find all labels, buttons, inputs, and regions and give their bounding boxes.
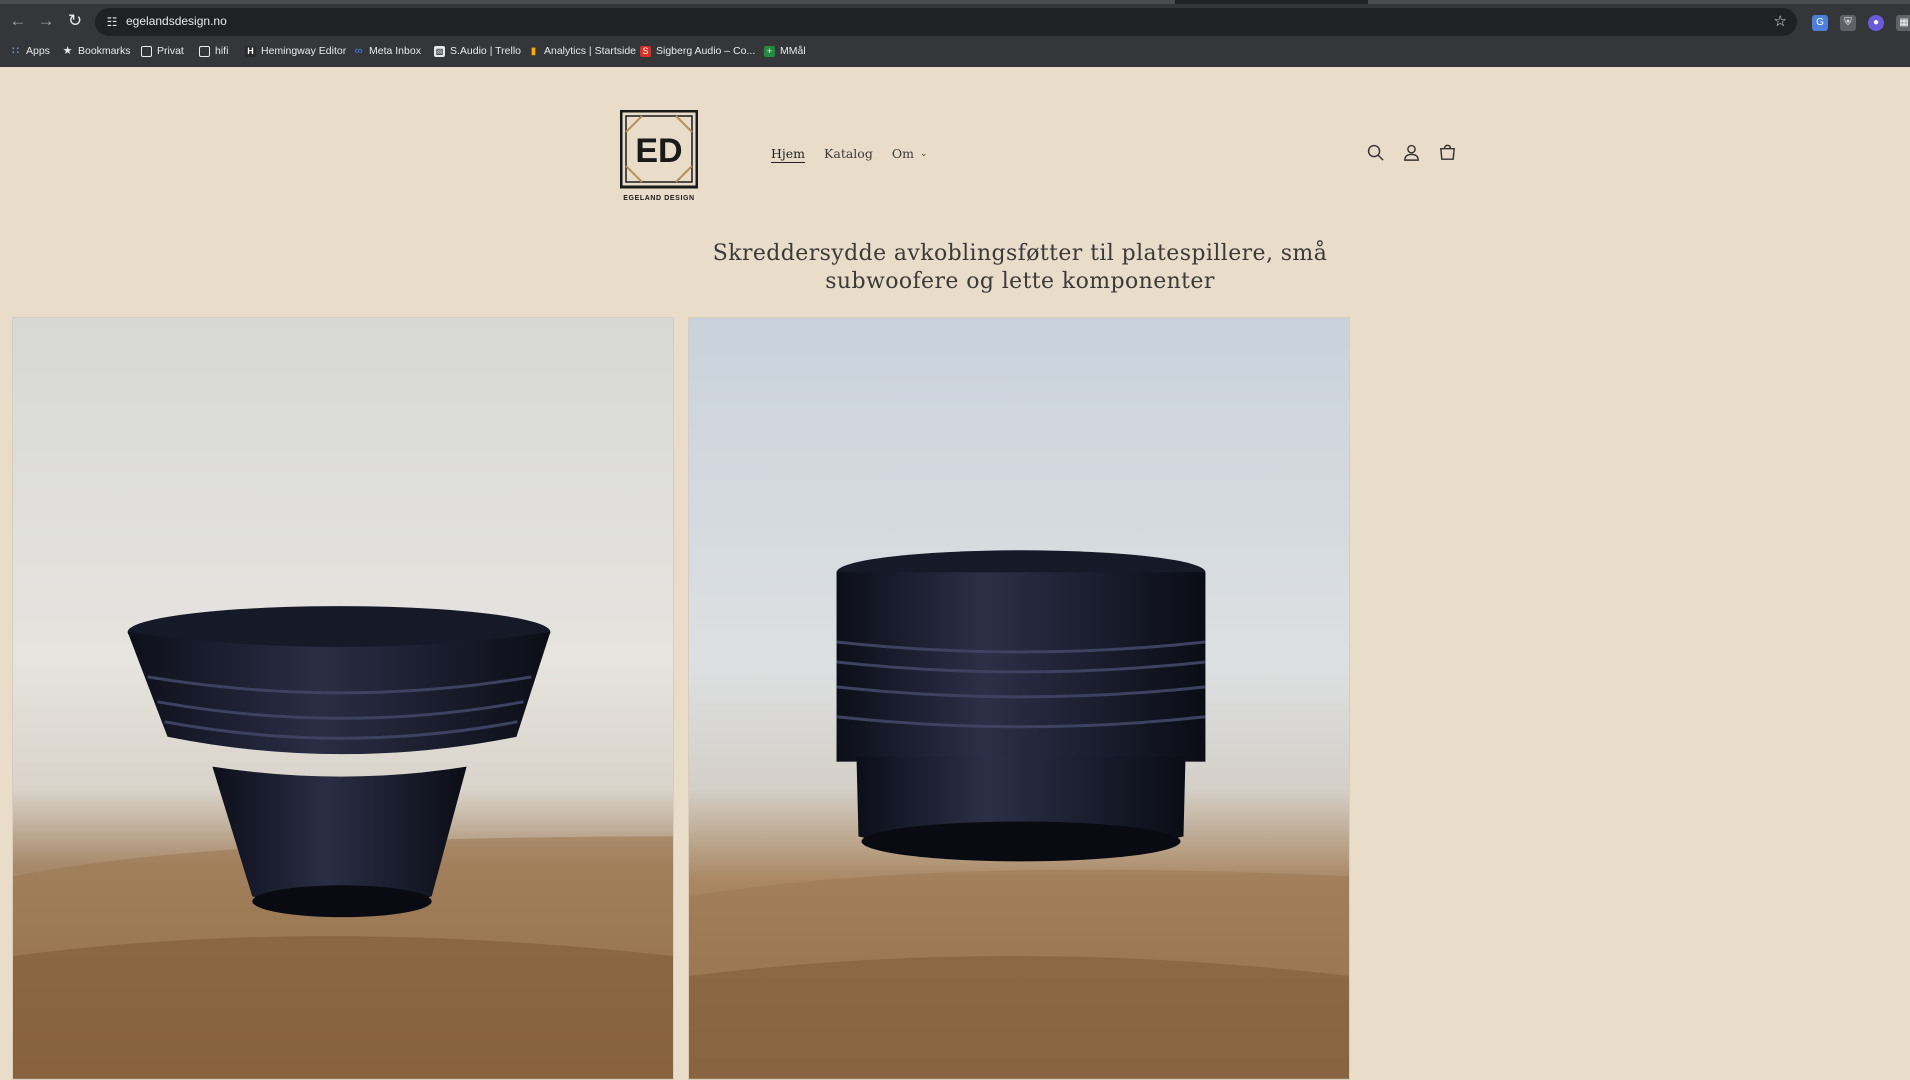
bookmark-hemingway[interactable]: H Hemingway Editor [245,43,346,59]
hemingway-icon: H [245,45,256,57]
page-headline: Skreddersydde avkoblingsføtter til plate… [712,241,1328,294]
bookmark-label: Meta Inbox [369,45,421,57]
site-logo[interactable]: ED EGELAND DESIGN [620,110,698,202]
main-navigation: Hjem Katalog Om ⌄ [771,146,927,161]
folder-icon [199,45,210,57]
bookmark-label: S.Audio | Trello [450,45,522,57]
bookmark-label: Apps [26,45,50,57]
bookmark-label: hifi [215,45,229,57]
browser-toolbar: ← → ↻ ☷ egelandsdesign.no ☆ G ⛨ ● ▦ [0,5,1910,38]
tab-active[interactable] [0,0,1175,4]
back-arrow-icon[interactable]: ← [6,9,30,33]
trello-icon: ▧ [434,45,445,57]
tab-strip [0,0,1910,4]
star-icon: ★ [62,44,73,57]
bookmark-apps[interactable]: ∷ Apps [10,43,50,59]
browser-chrome: ← → ↻ ☷ egelandsdesign.no ☆ G ⛨ ● ▦ ∷ Ap… [0,0,1910,67]
logo-brand-text: EGELAND DESIGN [623,195,694,202]
bookmark-label: Sigberg Audio – Co... [656,45,756,57]
translate-extension-icon[interactable]: G [1812,15,1828,31]
extensions-puzzle-icon[interactable]: ▦ [1896,15,1910,31]
bookmark-mmal[interactable]: + MMål [764,43,806,59]
shield-extension-icon[interactable]: ⛨ [1840,15,1856,31]
bookmark-folder-privat[interactable]: Privat [141,43,184,59]
bookmark-star-icon[interactable]: ☆ [1774,12,1787,32]
apps-grid-icon: ∷ [12,44,19,57]
nav-link-katalog[interactable]: Katalog [824,146,873,161]
product-image-cone-foot[interactable] [12,317,674,1080]
forward-arrow-icon[interactable]: → [34,9,58,33]
tab-inactive[interactable] [1368,0,1910,4]
bookmark-label: Privat [157,45,184,57]
bookmark-trello[interactable]: ▧ S.Audio | Trello [434,43,521,59]
web-page: ED EGELAND DESIGN Hjem Katalog Om ⌄ Skre… [0,67,1910,1080]
search-icon[interactable] [1366,143,1385,162]
bookmark-analytics[interactable]: ▮ Analytics | Startside [528,43,636,59]
extension-icon[interactable]: ● [1868,15,1884,31]
cart-icon[interactable] [1438,143,1457,162]
nav-link-hjem[interactable]: Hjem [771,146,805,161]
bookmark-bookmarks[interactable]: ★ Bookmarks [62,43,131,59]
bookmark-meta-inbox[interactable]: ∞ Meta Inbox [353,43,421,59]
meta-icon: ∞ [354,44,363,57]
product-image-cylinder-foot[interactable] [688,317,1350,1080]
bookmark-label: MMål [780,45,806,57]
bookmark-label: Hemingway Editor [261,45,347,57]
logo-letters: ED [635,132,682,170]
nav-link-om-label: Om [891,146,914,161]
site-info-icon[interactable]: ☷ [103,13,121,31]
address-bar[interactable]: ☷ egelandsdesign.no ☆ [95,8,1797,36]
folder-icon [141,45,152,57]
bookmark-sigberg[interactable]: S Sigberg Audio – Co... [640,43,755,59]
reload-icon[interactable]: ↻ [63,9,87,33]
mmal-icon: + [764,45,775,57]
nav-link-om[interactable]: Om ⌄ [892,146,928,161]
chevron-down-icon: ⌄ [919,148,928,159]
bookmarks-bar: ∷ Apps ★ Bookmarks Privat hifi H Hemingw… [0,40,1910,62]
bookmark-label: Analytics | Startside [544,45,637,57]
url-text[interactable]: egelandsdesign.no [126,14,227,28]
bookmark-label: Bookmarks [78,45,131,57]
header-icons [1366,143,1457,162]
sigberg-icon: S [640,45,651,57]
bookmark-folder-hifi[interactable]: hifi [199,43,228,59]
analytics-icon: ▮ [530,45,537,57]
account-icon[interactable] [1402,143,1421,162]
